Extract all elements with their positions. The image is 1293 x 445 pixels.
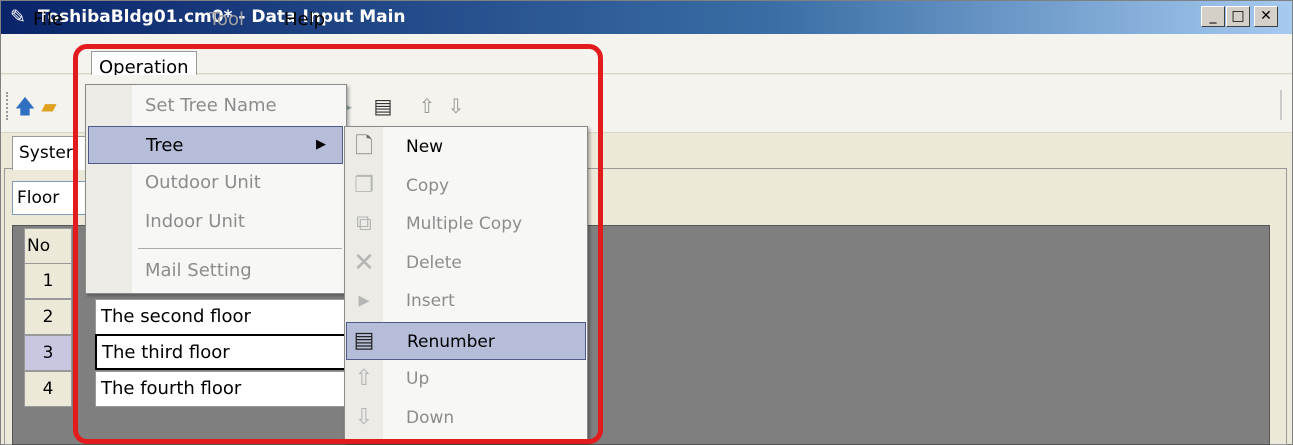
toolbar-grip[interactable] xyxy=(6,92,10,120)
open-icon[interactable]: 🡅 xyxy=(14,94,36,118)
row-number[interactable]: 3 xyxy=(24,335,72,371)
maximize-button[interactable]: □ xyxy=(1226,6,1250,27)
menu-tool[interactable]: Tool xyxy=(203,5,250,35)
column-header-no[interactable]: No xyxy=(24,228,72,264)
minimize-button[interactable]: _ xyxy=(1201,6,1225,27)
wrench-icon: ✎ xyxy=(10,6,26,28)
folder-icon[interactable]: ▰ xyxy=(38,94,60,118)
row-number[interactable]: 4 xyxy=(24,371,72,407)
menu-file[interactable]: File xyxy=(30,5,66,35)
close-button[interactable]: ✕ xyxy=(1254,6,1278,27)
row-number[interactable]: 1 xyxy=(24,263,72,299)
row-number[interactable]: 2 xyxy=(24,299,72,335)
highlight-annotation xyxy=(73,44,603,444)
menu-help[interactable]: Help xyxy=(278,5,331,35)
toolbar-separator xyxy=(1280,90,1282,120)
